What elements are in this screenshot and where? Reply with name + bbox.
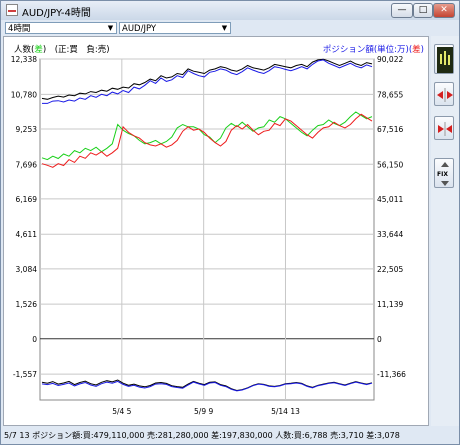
fix-label: FIX [437, 171, 448, 178]
x-tick-label: 5/4 5 [112, 407, 131, 416]
series-line-blue [42, 59, 373, 104]
right-tick-label: 67,516 [377, 125, 403, 134]
right-tick-label: 45,011 [377, 195, 403, 204]
position-chart: 12,338 90,022 10,780 78,655 9,253 67,516 7,696… [11, 55, 406, 416]
minimize-button[interactable]: — [391, 3, 413, 18]
left-tick-label: 3,084 [16, 265, 38, 274]
chart-app-icon [6, 4, 18, 16]
left-tick-label: 10,780 [11, 90, 37, 99]
right-tick-label: 78,655 [377, 90, 403, 99]
chart-area[interactable]: 人数(差) (正:買 負:売) ポジション額(単位:万)(差) 12,338 90… [3, 36, 429, 426]
series-line-black [41, 58, 373, 100]
x-tick-label: 5/9 9 [194, 407, 213, 416]
x-tick-label: 5/14 13 [271, 407, 300, 416]
chevron-down-icon: ▼ [107, 24, 114, 32]
series-line-red [41, 113, 373, 168]
shrink-horizontal-button[interactable] [434, 116, 454, 140]
currency-pair-select[interactable]: AUD/JPY ▼ [119, 22, 231, 34]
left-tick-label: 1,526 [16, 300, 38, 309]
left-tick-label: 7,696 [16, 160, 38, 169]
status-text: 5/7 13 ポジション額:買:479,110,000 売:281,280,00… [4, 431, 400, 440]
shrink-arrows-icon [438, 122, 452, 136]
left-tick-label: 6,169 [16, 195, 38, 204]
left-tick-label: 0 [32, 335, 37, 344]
right-tick-label: 56,150 [377, 160, 403, 169]
right-tick-label: 0 [377, 335, 382, 344]
chart-window: AUD/JPY-4時間 — □ ✕ 4時間 ▼ AUD/JPY ▼ 人数(差) … [0, 0, 460, 445]
currency-pair-value: AUD/JPY [122, 24, 157, 34]
title-bar[interactable]: AUD/JPY-4時間 — □ ✕ [1, 1, 459, 20]
fix-button[interactable]: FIX [434, 158, 454, 188]
expand-arrows-icon [437, 88, 453, 102]
timeframe-select[interactable]: 4時間 ▼ [5, 22, 117, 34]
chevron-down-icon: ▼ [221, 24, 228, 32]
candlestick-icon [437, 47, 453, 73]
right-tick-label: 90,022 [377, 55, 403, 64]
left-tick-label: -1,557 [13, 370, 37, 379]
plot-frame [39, 58, 375, 401]
left-tick-label: 4,611 [16, 230, 38, 239]
series-line-blue [41, 380, 373, 392]
timeframe-value: 4時間 [8, 24, 31, 34]
right-tick-label: -11,366 [377, 370, 406, 379]
expand-horizontal-button[interactable] [434, 82, 454, 106]
candle-view-button[interactable] [434, 44, 454, 74]
left-tick-label: 9,253 [16, 125, 38, 134]
status-bar: 5/7 13 ポジション額:買:479,110,000 売:281,280,00… [1, 428, 459, 444]
maximize-button[interactable]: □ [413, 3, 433, 18]
close-button[interactable]: ✕ [433, 3, 455, 18]
left-tick-label: 12,338 [11, 55, 37, 64]
right-tick-label: 22,505 [377, 265, 403, 274]
right-tick-label: 33,644 [377, 230, 403, 239]
side-toolbar: FIX [431, 36, 459, 426]
toolbar: 4時間 ▼ AUD/JPY ▼ [3, 21, 457, 36]
window-title: AUD/JPY-4時間 [22, 8, 91, 19]
right-tick-label: 11,139 [377, 300, 403, 309]
